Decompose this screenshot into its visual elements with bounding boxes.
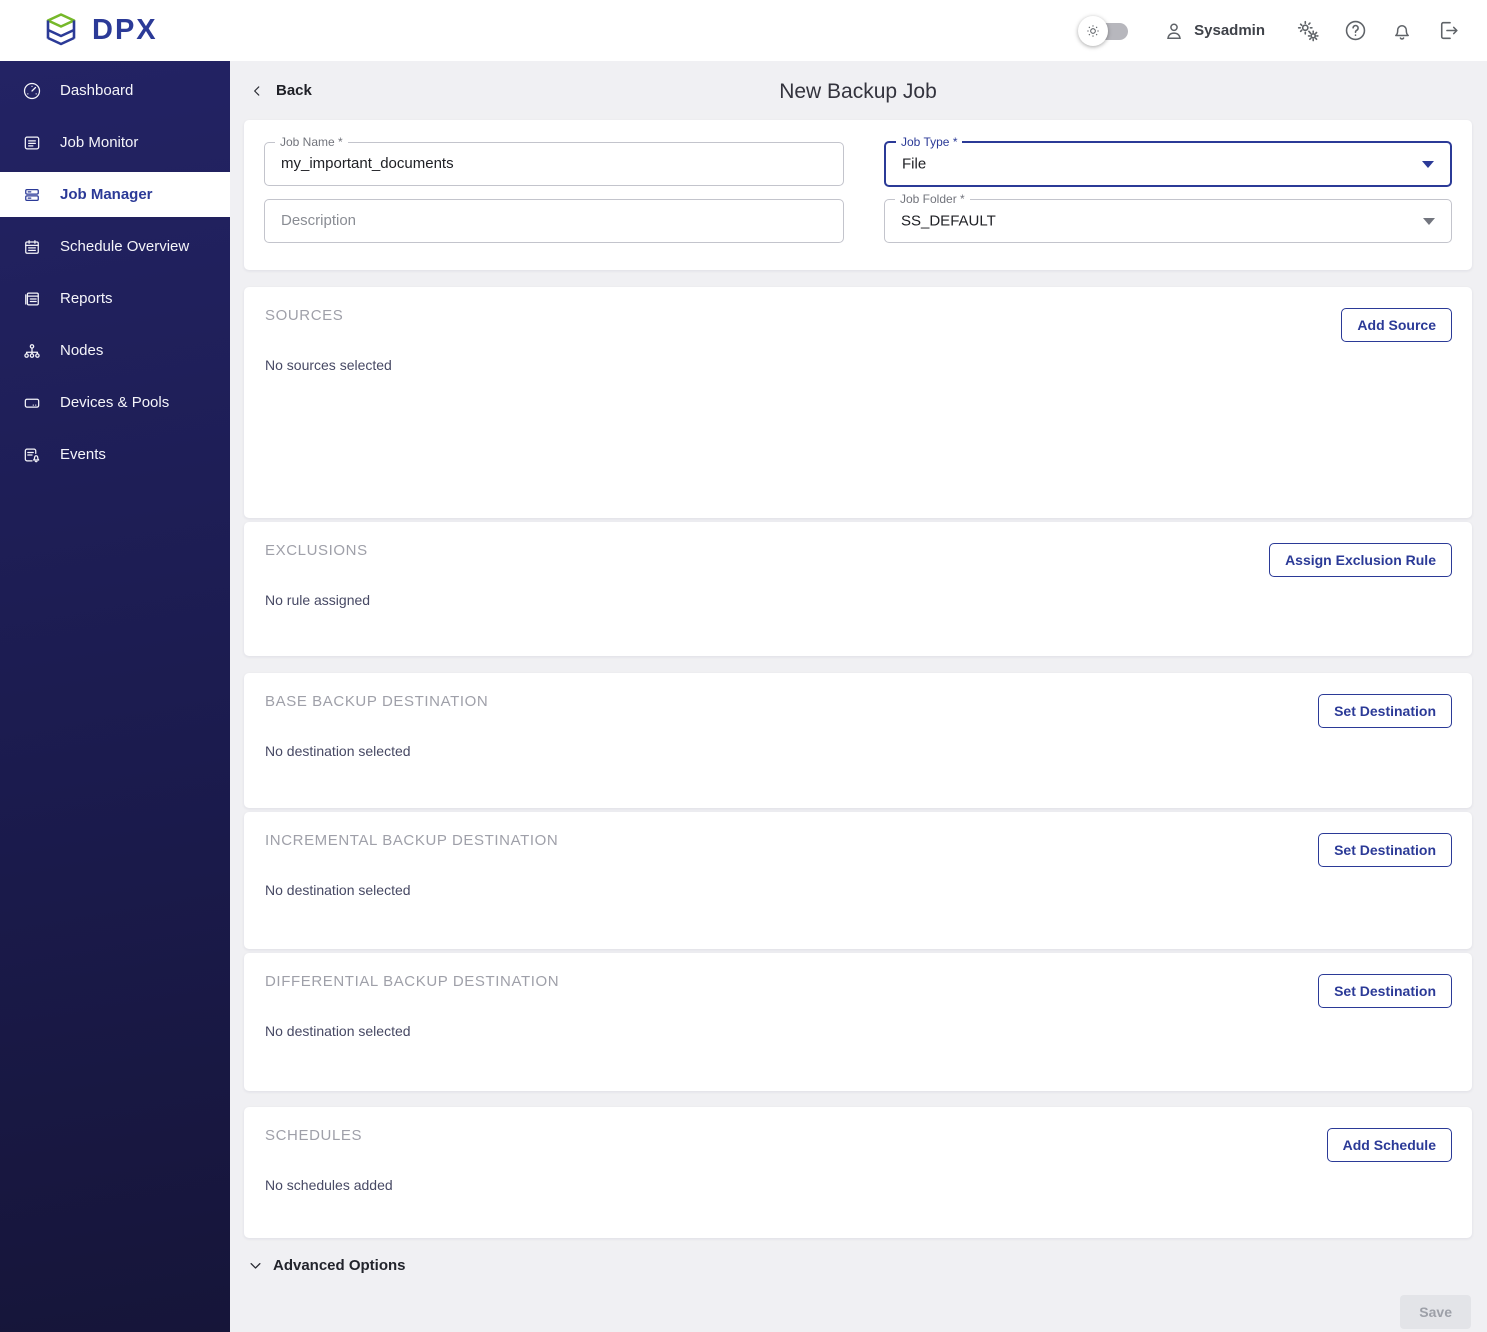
user-icon [1167,22,1181,39]
job-details-card: Job Name * Job Type * File Job Folder * … [244,120,1472,270]
settings-button[interactable] [1295,18,1321,44]
logo-text: DPX [92,14,158,46]
page-title: New Backup Job [779,80,937,103]
help-button[interactable] [1343,18,1368,43]
job-manager-icon [22,185,42,205]
chevron-down-icon [250,1263,261,1269]
logout-button[interactable] [1436,18,1461,43]
job-folder-label: Job Folder * [895,192,970,206]
job-type-value: File [902,155,927,173]
dashboard-icon [22,81,42,101]
save-button[interactable]: Save [1400,1295,1471,1329]
dpx-stack-icon [46,12,76,45]
back-label: Back [276,82,312,99]
section-differential-backup-destination: DIFFERENTIAL BACKUP DESTINATION Set Dest… [244,953,1472,1091]
chevron-left-icon [254,85,260,96]
section-schedules: SCHEDULES Add Schedule No schedules adde… [244,1107,1472,1238]
notifications-icon [1395,24,1409,40]
section-title: INCREMENTAL BACKUP DESTINATION [265,832,559,849]
save-row: Save [244,1295,1472,1329]
section-empty-text: No schedules added [265,1177,393,1193]
topbar-actions: Sysadmin [1078,15,1461,46]
nodes-icon [22,341,42,361]
job-type-label: Job Type * [896,135,963,149]
section-empty-text: No sources selected [265,357,392,373]
advanced-options-label: Advanced Options [273,1257,406,1274]
user-menu[interactable]: Sysadmin [1162,19,1265,43]
sidebar-item-events[interactable]: Events [0,432,230,477]
sidebar-item-job-manager[interactable]: Job Manager [0,172,230,217]
section-title: EXCLUSIONS [265,542,368,559]
sidebar-item-dashboard[interactable]: Dashboard [0,68,230,113]
help-icon [1345,20,1366,41]
sidebar-item-job-monitor[interactable]: Job Monitor [0,120,230,165]
assign-exclusion-rule-button[interactable]: Assign Exclusion Rule [1269,543,1452,577]
sidebar-item-reports[interactable]: Reports [0,276,230,321]
add-schedule-button[interactable]: Add Schedule [1326,1128,1452,1162]
gear-toggle[interactable] [1078,15,1130,46]
chevron-down-icon [1423,218,1435,225]
topbar: DPX Sysadmin [0,0,1487,61]
section-empty-text: No destination selected [265,743,411,759]
section-base-backup-destination: BASE BACKUP DESTINATION Set Destination … [244,673,1472,808]
advanced-options-toggle[interactable]: Advanced Options [248,1257,1472,1274]
section-title: BASE BACKUP DESTINATION [265,693,489,710]
sections-container: SOURCES Add Source No sources selected E… [244,287,1472,1238]
description-field [264,199,844,243]
section-empty-text: No rule assigned [265,592,371,608]
set-destination-button[interactable]: Set Destination [1318,833,1452,867]
sidebar-item-devices-pools[interactable]: Devices & Pools [0,380,230,425]
job-name-label: Job Name * [275,135,348,149]
add-source-button[interactable]: Add Source [1341,308,1452,342]
section-sources: SOURCES Add Source No sources selected [244,287,1472,518]
back-button[interactable]: Back [250,82,312,99]
gear-toggle-icon [1078,15,1109,46]
section-exclusions: EXCLUSIONS Assign Exclusion Rule No rule… [244,522,1472,656]
notifications-button[interactable] [1390,19,1414,43]
schedule-icon [22,237,42,257]
job-name-field: Job Name * [264,135,844,186]
section-title: SCHEDULES [265,1127,363,1144]
logout-icon [1440,21,1458,40]
settings-gears-icon [1297,20,1319,41]
job-type-select[interactable]: Job Type * File [884,135,1452,187]
user-name: Sysadmin [1194,22,1265,39]
main-content: Back New Backup Job Job Name * Job Type … [230,61,1487,1332]
page-header: Back New Backup Job [244,80,1472,106]
reports-icon [22,289,42,309]
events-icon [22,445,42,465]
section-incremental-backup-destination: INCREMENTAL BACKUP DESTINATION Set Desti… [244,812,1472,949]
job-folder-select[interactable]: Job Folder * SS_DEFAULT [884,192,1452,243]
description-input[interactable] [281,212,827,229]
devices-icon [22,393,42,413]
sidebar-item-schedule-overview[interactable]: Schedule Overview [0,224,230,269]
set-destination-button[interactable]: Set Destination [1318,694,1452,728]
section-title: SOURCES [265,307,344,324]
section-title: DIFFERENTIAL BACKUP DESTINATION [265,973,560,990]
section-empty-text: No destination selected [265,1023,411,1039]
job-monitor-icon [22,133,42,153]
job-name-input[interactable] [281,155,827,172]
job-folder-value: SS_DEFAULT [901,212,996,230]
section-empty-text: No destination selected [265,882,411,898]
set-destination-button[interactable]: Set Destination [1318,974,1452,1008]
chevron-down-icon [1422,161,1434,168]
sidebar-item-nodes[interactable]: Nodes [0,328,230,373]
dpx-logo: DPX [40,11,158,51]
sidebar-nav: Dashboard Job Monitor Job Manager Schedu… [0,61,230,1332]
